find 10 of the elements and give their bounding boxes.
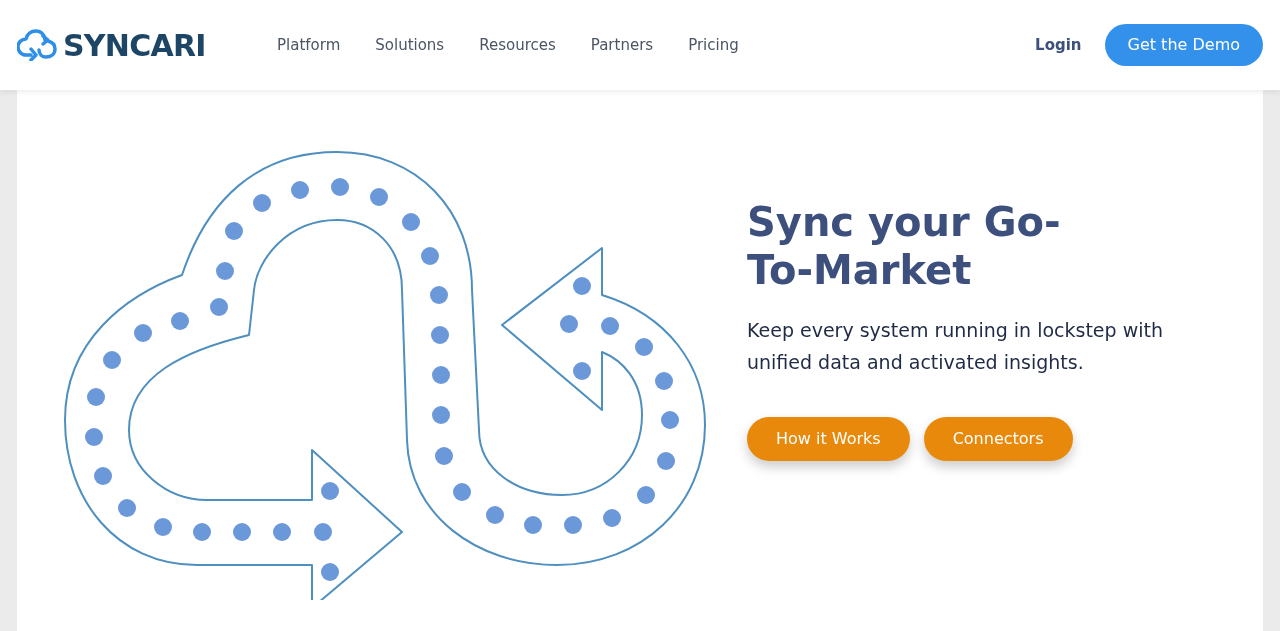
hero-subtitle: Keep every system running in lockstep with unified data and activated insights. (747, 318, 1164, 376)
nav-link[interactable]: Solutions (375, 33, 445, 57)
brand-name[interactable]: SYNCARI (63, 22, 206, 68)
nav-link[interactable]: Partners (590, 33, 654, 57)
nav-link[interactable]: Resources (479, 33, 556, 57)
cloud-sync-logo-icon (17, 29, 57, 61)
hero-heading: Sync your Go-To-Market (747, 198, 1062, 294)
nav-link[interactable]: Platform (277, 33, 341, 57)
nav-link[interactable]: Pricing (688, 33, 739, 57)
login-link[interactable]: Login (1027, 33, 1090, 57)
